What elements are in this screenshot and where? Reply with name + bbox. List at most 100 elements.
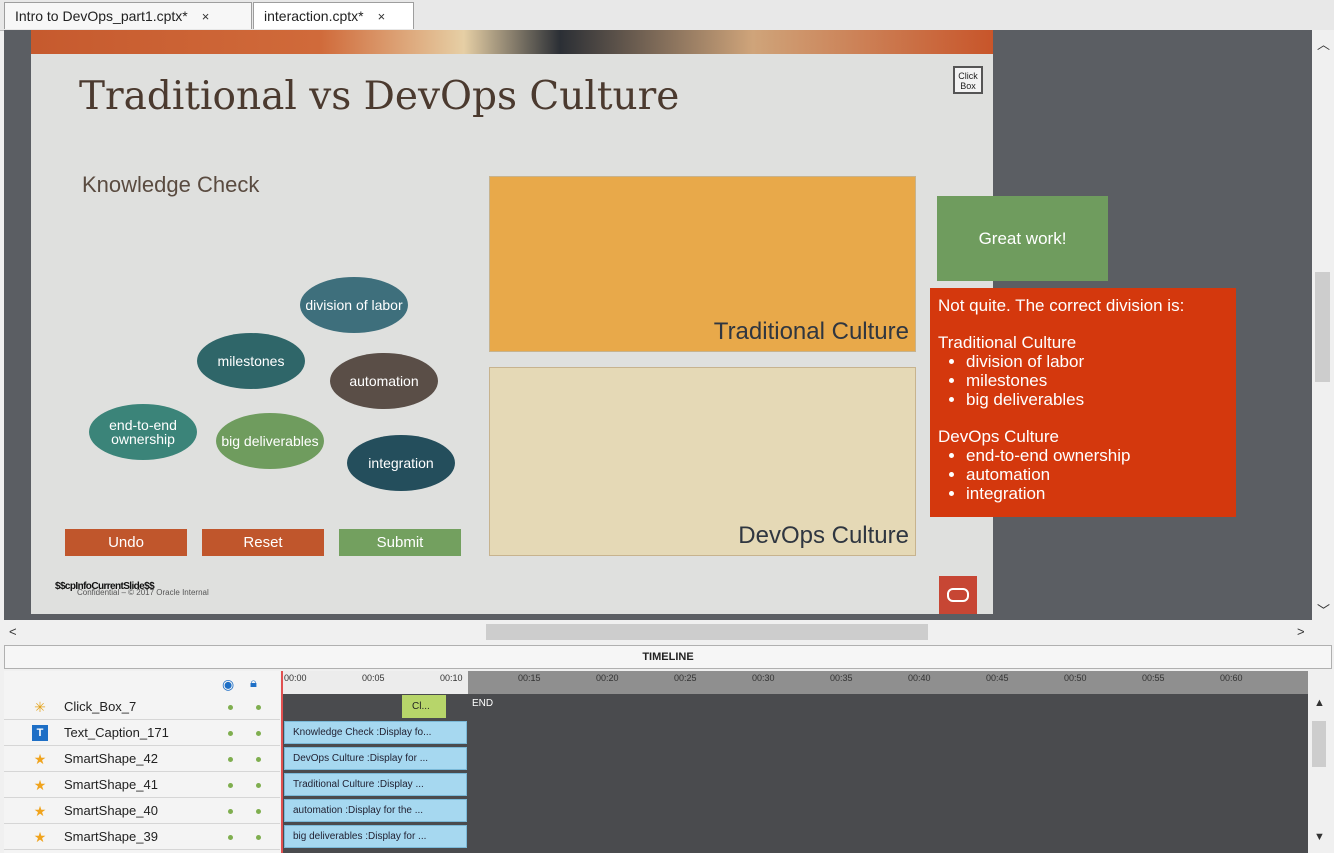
star-icon: ★	[33, 777, 47, 793]
time-tick: 00:10	[440, 673, 463, 683]
lock-dot[interactable]	[256, 783, 261, 788]
lock-dot[interactable]	[256, 835, 261, 840]
slide-number-variable[interactable]: $$cpInfoCurrentSlide$$	[55, 581, 155, 592]
timeline-bar[interactable]: big deliverables :Display for ...	[284, 825, 467, 848]
drag-item-big-deliverables[interactable]: big deliverables	[216, 413, 324, 469]
timeline-panel-header[interactable]: TIMELINE	[4, 645, 1332, 669]
timeline-bar-click-box[interactable]: Cl...	[402, 695, 446, 718]
list-item: integration	[966, 484, 1228, 503]
correct-feedback-caption[interactable]: Great work!	[937, 196, 1108, 281]
time-tick: 00:55	[1142, 673, 1165, 683]
timeline-layer-list: ◉ 🔒︎ ✳ Click_Box_7 T Text_Caption_171 ★ …	[4, 671, 280, 853]
tab-interaction[interactable]: interaction.cptx* ×	[253, 2, 414, 29]
timeline-bar[interactable]: automation :Display for the ...	[284, 799, 467, 822]
lock-dot[interactable]	[256, 757, 261, 762]
list-item: milestones	[966, 371, 1228, 390]
close-icon[interactable]: ×	[202, 9, 210, 24]
drag-item-milestones[interactable]: milestones	[197, 333, 305, 389]
time-tick: 00:60	[1220, 673, 1243, 683]
triangle-down-icon[interactable]: ▼	[1314, 831, 1325, 843]
timeline-bar[interactable]: Knowledge Check :Display fo...	[284, 721, 467, 744]
document-tab-bar: Intro to DevOps_part1.cptx* × interactio…	[0, 0, 1334, 31]
time-tick: 00:25	[674, 673, 697, 683]
visibility-dot[interactable]	[228, 783, 233, 788]
undo-button[interactable]: Undo	[65, 529, 187, 556]
knowledge-check-caption[interactable]: Knowledge Check	[82, 172, 259, 198]
lock-dot[interactable]	[256, 731, 261, 736]
close-icon[interactable]: ×	[378, 9, 386, 24]
timeline-row[interactable]: ★ SmartShape_40	[4, 798, 280, 824]
timeline-track-area[interactable]: 00:00 00:05 00:10 00:15 00:20 00:25 00:3…	[282, 671, 1308, 853]
timeline-vertical-scrollbar[interactable]: ▲ ▼	[1308, 671, 1332, 853]
timeline-row[interactable]: ★ SmartShape_39	[4, 824, 280, 850]
feedback-trad-heading: Traditional Culture	[938, 333, 1077, 352]
visibility-dot[interactable]	[228, 705, 233, 710]
slide-stage: Traditional vs DevOps Culture Click Box …	[4, 30, 1312, 620]
list-item: division of labor	[966, 352, 1228, 371]
timeline-row[interactable]: ✳ Click_Box_7	[4, 694, 280, 720]
chevron-up-icon[interactable]: ︿	[1317, 34, 1330, 53]
timeline-row[interactable]: T Text_Caption_171	[4, 720, 280, 746]
layer-name: SmartShape_40	[64, 803, 158, 818]
star-icon: ★	[33, 803, 47, 819]
timeline-end-marker: END	[472, 698, 494, 709]
drop-target-label: Traditional Culture	[713, 318, 909, 345]
time-tick: 00:15	[518, 673, 541, 683]
drop-target-traditional[interactable]: Traditional Culture	[489, 176, 916, 352]
scroll-thumb[interactable]	[1315, 272, 1330, 382]
time-tick: 00:30	[752, 673, 775, 683]
feedback-trad-list: division of labor milestones big deliver…	[938, 352, 1228, 409]
tab-label: Intro to DevOps_part1.cptx*	[15, 8, 188, 24]
lock-dot[interactable]	[256, 809, 261, 814]
slide-title[interactable]: Traditional vs DevOps Culture	[79, 74, 679, 119]
scroll-thumb[interactable]	[486, 624, 928, 640]
drop-target-label: DevOps Culture	[738, 522, 909, 549]
list-item: automation	[966, 465, 1228, 484]
chevron-left-icon[interactable]: <	[9, 624, 17, 639]
visibility-dot[interactable]	[228, 757, 233, 762]
drop-target-devops[interactable]: DevOps Culture	[489, 367, 916, 556]
lock-icon[interactable]: 🔒︎	[250, 675, 257, 691]
timeline-row[interactable]: ★ SmartShape_42	[4, 746, 280, 772]
eye-icon[interactable]: ◉	[222, 676, 234, 693]
timeline-playhead[interactable]	[281, 671, 283, 853]
submit-button[interactable]: Submit	[339, 529, 461, 556]
timeline-bar[interactable]: DevOps Culture :Display for ...	[284, 747, 467, 770]
incorrect-feedback-caption[interactable]: Not quite. The correct division is: Trad…	[930, 288, 1236, 517]
timeline-bar[interactable]: Traditional Culture :Display ...	[284, 773, 467, 796]
slide-banner-image	[31, 30, 993, 54]
feedback-devops-heading: DevOps Culture	[938, 427, 1059, 446]
drag-item-integration[interactable]: integration	[347, 435, 455, 491]
layer-name: SmartShape_39	[64, 829, 158, 844]
lock-dot[interactable]	[256, 705, 261, 710]
triangle-up-icon[interactable]: ▲	[1314, 697, 1325, 709]
click-box[interactable]: Click Box	[953, 66, 983, 94]
drag-item-end-to-end-ownership[interactable]: end-to-end ownership	[89, 404, 197, 460]
star-icon: ★	[33, 751, 47, 767]
scroll-thumb[interactable]	[1312, 721, 1326, 767]
timeline-ruler[interactable]: 00:00 00:05 00:10 00:15 00:20 00:25 00:3…	[282, 671, 1308, 694]
feedback-intro: Not quite. The correct division is:	[938, 296, 1185, 315]
time-tick: 00:05	[362, 673, 385, 683]
chevron-down-icon[interactable]: ﹀	[1317, 600, 1330, 619]
visibility-dot[interactable]	[228, 731, 233, 736]
time-tick: 00:00	[284, 673, 307, 683]
layer-name: Text_Caption_171	[64, 725, 169, 740]
visibility-dot[interactable]	[228, 809, 233, 814]
list-item: big deliverables	[966, 390, 1228, 409]
time-tick: 00:50	[1064, 673, 1087, 683]
feedback-devops-list: end-to-end ownership automation integrat…	[938, 446, 1228, 503]
list-item: end-to-end ownership	[966, 446, 1228, 465]
layer-name: Click_Box_7	[64, 699, 137, 714]
timeline-row[interactable]: ★ SmartShape_41	[4, 772, 280, 798]
text-caption-icon: T	[32, 725, 48, 741]
chevron-right-icon[interactable]: >	[1297, 624, 1305, 639]
stage-horizontal-scrollbar[interactable]: < >	[0, 621, 1312, 643]
reset-button[interactable]: Reset	[202, 529, 324, 556]
drag-item-division-of-labor[interactable]: division of labor	[300, 277, 408, 333]
slide-canvas[interactable]: Traditional vs DevOps Culture Click Box …	[31, 30, 993, 614]
drag-item-automation[interactable]: automation	[330, 353, 438, 409]
visibility-dot[interactable]	[228, 835, 233, 840]
stage-vertical-scrollbar[interactable]: ︿ ﹀	[1312, 30, 1334, 620]
tab-intro-to-devops[interactable]: Intro to DevOps_part1.cptx* ×	[4, 2, 252, 29]
